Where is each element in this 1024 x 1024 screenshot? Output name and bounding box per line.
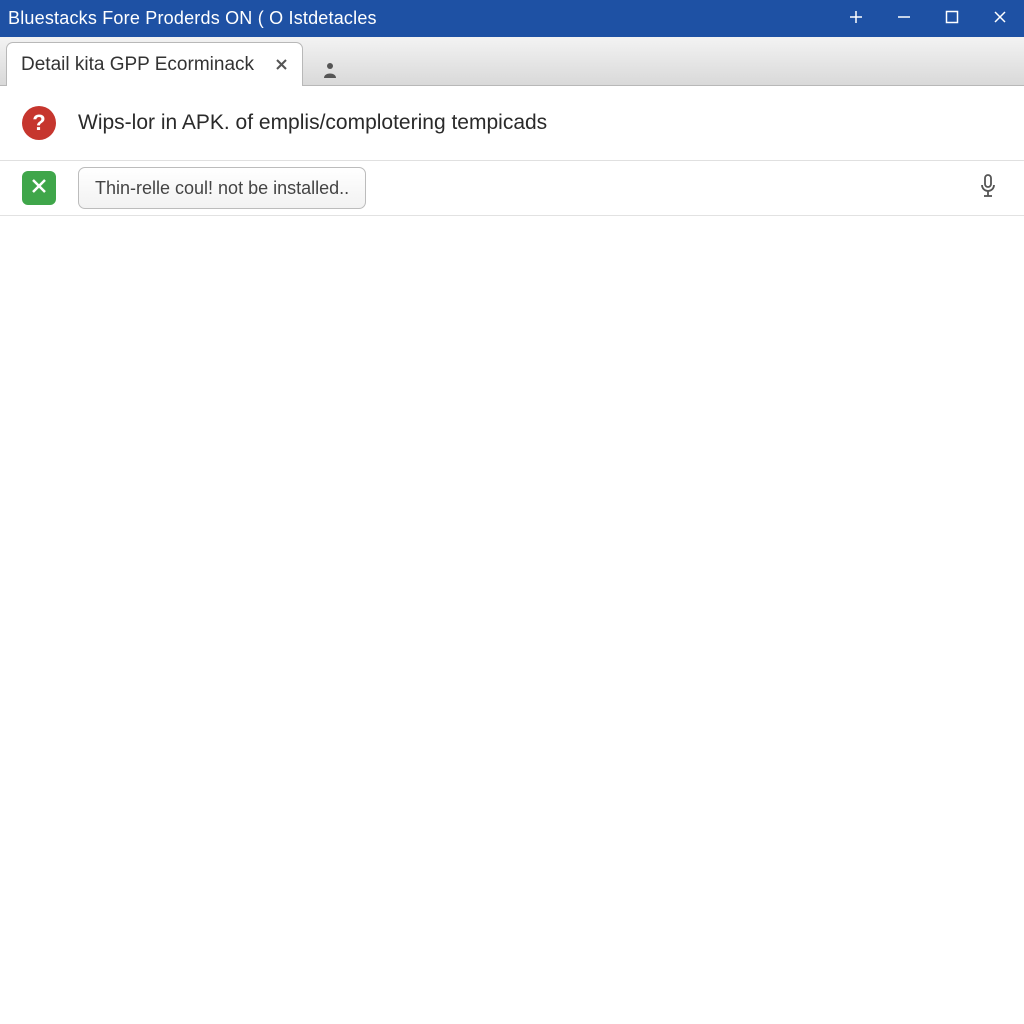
tab-title: Detail kita GPP Ecorminack	[21, 54, 254, 76]
window-controls	[832, 0, 1024, 37]
status-badge	[22, 171, 56, 205]
titlebar: Bluestacks Fore Proderds ON ( O Istdetac…	[0, 0, 1024, 37]
tab-close-button[interactable]	[272, 56, 290, 74]
maximize-icon	[945, 8, 959, 29]
status-chip[interactable]: Thin-relle coul! not be installed..	[78, 167, 366, 209]
minimize-icon	[897, 8, 911, 29]
user-tab-button[interactable]	[317, 59, 343, 85]
new-tab-button[interactable]	[832, 0, 880, 37]
mic-button[interactable]	[974, 174, 1002, 202]
status-row: Thin-relle coul! not be installed..	[0, 161, 1024, 216]
status-message: Thin-relle coul! not be installed..	[95, 178, 349, 199]
close-window-button[interactable]	[976, 0, 1024, 37]
tabstrip: Detail kita GPP Ecorminack	[0, 37, 1024, 86]
user-icon	[323, 62, 337, 83]
minimize-button[interactable]	[880, 0, 928, 37]
header-row: ? Wips-lor in APK. of emplis/comploterin…	[0, 86, 1024, 161]
question-glyph: ?	[32, 110, 45, 136]
window-title: Bluestacks Fore Proderds ON ( O Istdetac…	[8, 8, 832, 29]
mic-icon	[979, 174, 997, 203]
close-icon	[276, 54, 287, 76]
content-area	[0, 216, 1024, 1024]
x-badge-icon	[31, 178, 47, 199]
page-title: Wips-lor in APK. of emplis/complotering …	[78, 111, 547, 135]
tab-detail[interactable]: Detail kita GPP Ecorminack	[6, 42, 303, 86]
question-icon: ?	[22, 106, 56, 140]
plus-icon	[849, 8, 863, 29]
maximize-button[interactable]	[928, 0, 976, 37]
close-icon	[993, 8, 1007, 29]
